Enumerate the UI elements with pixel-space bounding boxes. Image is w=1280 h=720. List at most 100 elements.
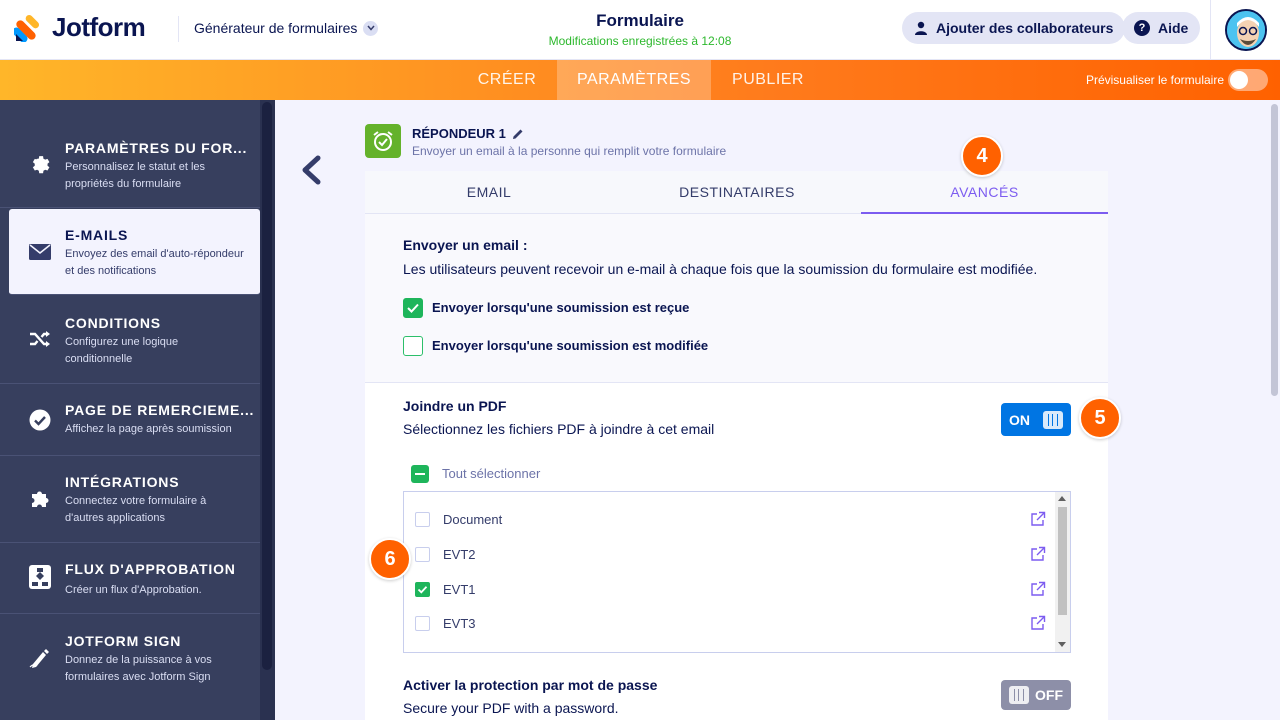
list-item[interactable]: EVT3	[404, 607, 1054, 641]
external-link-icon[interactable]	[1030, 546, 1046, 562]
sidebar-item-desc: Donnez de la puissance à vos formulaires…	[65, 654, 212, 683]
attach-pdf-label: Joindre un PDF	[403, 398, 507, 414]
preview-toggle[interactable]	[1228, 69, 1268, 91]
sidebar-item-desc: Personnalisez le statut et les propriété…	[65, 161, 206, 190]
toggle-state: OFF	[1035, 687, 1063, 703]
sidebar-item-title: INTÉGRATIONS	[65, 474, 180, 490]
sidebar-item-title: JOTFORM SIGN	[65, 633, 182, 649]
envelope-icon	[28, 240, 52, 264]
responder-tabs: EMAIL DESTINATAIRES AVANCÉS	[365, 171, 1108, 214]
sidebar-item-title: PARAMÈTRES DU FOR...	[65, 140, 248, 156]
pencil-icon[interactable]	[512, 128, 524, 140]
page-scrollbar[interactable]	[1268, 100, 1280, 720]
help-label: Aide	[1158, 20, 1189, 36]
top-header: Jotform Générateur de formulaires Formul…	[0, 0, 1280, 60]
builder-dropdown[interactable]: Générateur de formulaires	[194, 20, 379, 36]
sidebar-scroll-thumb[interactable]	[262, 102, 272, 670]
list-item[interactable]: EVT1	[404, 573, 1054, 607]
tab-advanced[interactable]: AVANCÉS	[861, 171, 1108, 214]
jotform-logo[interactable]: Jotform	[12, 12, 146, 43]
file-name: Document	[443, 512, 503, 527]
help-button[interactable]: ? Aide	[1122, 12, 1201, 44]
back-arrow-icon[interactable]	[298, 155, 326, 185]
check-circle-icon	[28, 408, 52, 432]
builder-navbar: CRÉER PARAMÈTRES PUBLIER Prévisualiser l…	[0, 60, 1280, 100]
sidebar-item-title: FLUX D'APPROBATION	[65, 561, 236, 577]
sidebar-item-desc: Envoyez des email d'auto-répondeur et de…	[65, 248, 244, 277]
jotform-logo-icon	[12, 14, 42, 43]
settings-sidebar: PARAMÈTRES DU FOR... Personnalisez le st…	[0, 100, 275, 720]
sidebar-item-integrations[interactable]: INTÉGRATIONS Connectez votre formulaire …	[0, 457, 260, 543]
nav-tab-create[interactable]: CRÉER	[458, 60, 556, 100]
send-email-section: Envoyer un email : Les utilisateurs peuv…	[365, 214, 1108, 383]
avatar-container	[1210, 0, 1280, 60]
file-checkbox[interactable]	[415, 616, 430, 631]
nav-tab-settings[interactable]: PARAMÈTRES	[557, 60, 711, 100]
password-toggle[interactable]: OFF	[1001, 680, 1071, 710]
step-badge-5: 5	[1079, 397, 1121, 439]
sidebar-item-form-settings[interactable]: PARAMÈTRES DU FOR... Personnalisez le st…	[0, 126, 260, 208]
attach-pdf-toggle[interactable]: ON	[1001, 403, 1071, 436]
sidebar-item-desc: Créer un flux d'Approbation.	[65, 584, 202, 596]
list-item[interactable]: Document	[404, 503, 1054, 537]
puzzle-icon	[28, 487, 52, 511]
select-all-label[interactable]: Tout sélectionner	[442, 466, 540, 481]
nav-tab-publish[interactable]: PUBLIER	[712, 60, 824, 100]
chevron-down-icon	[363, 20, 379, 36]
sidebar-scrollbar[interactable]	[260, 100, 275, 720]
preview-label: Prévisualiser le formulaire	[1085, 73, 1224, 87]
tab-recipients[interactable]: DESTINATAIRES	[613, 171, 861, 214]
scroll-up-arrow[interactable]	[1058, 496, 1066, 501]
password-label: Activer la protection par mot de passe	[403, 677, 658, 693]
sidebar-item-title: PAGE DE REMERCIEME...	[65, 402, 255, 418]
checkmark-icon	[417, 586, 428, 594]
checkbox-send-on-received[interactable]	[403, 298, 423, 318]
list-scroll-thumb[interactable]	[1058, 507, 1067, 615]
pdf-file-list: Document EVT2 EVT1 EVT3	[403, 491, 1071, 653]
add-collaborators-label: Ajouter des collaborateurs	[936, 20, 1114, 36]
logo-text: Jotform	[52, 12, 146, 42]
help-icon: ?	[1134, 20, 1150, 36]
file-checkbox[interactable]	[415, 547, 430, 562]
password-desc: Secure your PDF with a password.	[403, 700, 619, 716]
step-badge-6: 6	[369, 538, 411, 580]
scroll-down-arrow[interactable]	[1058, 642, 1066, 647]
list-item[interactable]: EVT2	[404, 538, 1054, 572]
responder-subtitle: Envoyer un email à la personne qui rempl…	[412, 144, 727, 158]
file-name: EVT3	[443, 616, 476, 631]
send-email-label: Envoyer un email :	[403, 237, 528, 253]
responder-title: RÉPONDEUR 1	[412, 126, 506, 141]
toggle-knob	[1043, 410, 1063, 429]
flow-icon	[28, 565, 52, 589]
checkbox-label[interactable]: Envoyer lorsqu'une soumission est modifi…	[432, 338, 708, 353]
save-status: Modifications enregistrées à 12:08	[548, 34, 732, 48]
alarm-clock-icon	[365, 124, 401, 158]
list-scrollbar[interactable]	[1055, 492, 1070, 652]
toggle-knob	[1009, 686, 1029, 704]
file-name: EVT1	[443, 582, 476, 597]
external-link-icon[interactable]	[1030, 581, 1046, 597]
external-link-icon[interactable]	[1030, 511, 1046, 527]
page-scroll-thumb[interactable]	[1271, 104, 1278, 396]
checkbox-send-on-modified[interactable]	[403, 336, 423, 356]
sidebar-item-thank-you-page[interactable]: PAGE DE REMERCIEME... Affichez la page a…	[0, 385, 260, 456]
sidebar-item-desc: Connectez votre formulaire à d'autres ap…	[65, 495, 207, 524]
avatar[interactable]	[1224, 9, 1267, 51]
sidebar-item-jotform-sign[interactable]: JOTFORM SIGN Donnez de la puissance à vo…	[0, 615, 260, 705]
sidebar-item-desc: Affichez la page après soumission	[65, 423, 232, 435]
sidebar-item-approval-flow[interactable]: FLUX D'APPROBATION Créer un flux d'Appro…	[0, 544, 260, 614]
header-divider	[178, 16, 179, 42]
checkbox-label[interactable]: Envoyer lorsqu'une soumission est reçue	[432, 300, 689, 315]
sidebar-item-conditions[interactable]: CONDITIONS Configurez une logique condit…	[0, 296, 260, 384]
select-all-checkbox[interactable]	[411, 465, 429, 483]
pen-icon	[28, 645, 52, 669]
responder-title-row[interactable]: RÉPONDEUR 1	[412, 126, 524, 141]
file-checkbox[interactable]	[415, 582, 430, 597]
form-title[interactable]: Formulaire	[440, 11, 840, 31]
tab-email[interactable]: EMAIL	[365, 171, 613, 214]
file-checkbox[interactable]	[415, 512, 430, 527]
sidebar-item-emails[interactable]: E-MAILS Envoyez des email d'auto-réponde…	[9, 209, 260, 295]
add-collaborators-button[interactable]: Ajouter des collaborateurs	[902, 12, 1126, 44]
sidebar-item-title: E-MAILS	[65, 227, 129, 243]
external-link-icon[interactable]	[1030, 615, 1046, 631]
